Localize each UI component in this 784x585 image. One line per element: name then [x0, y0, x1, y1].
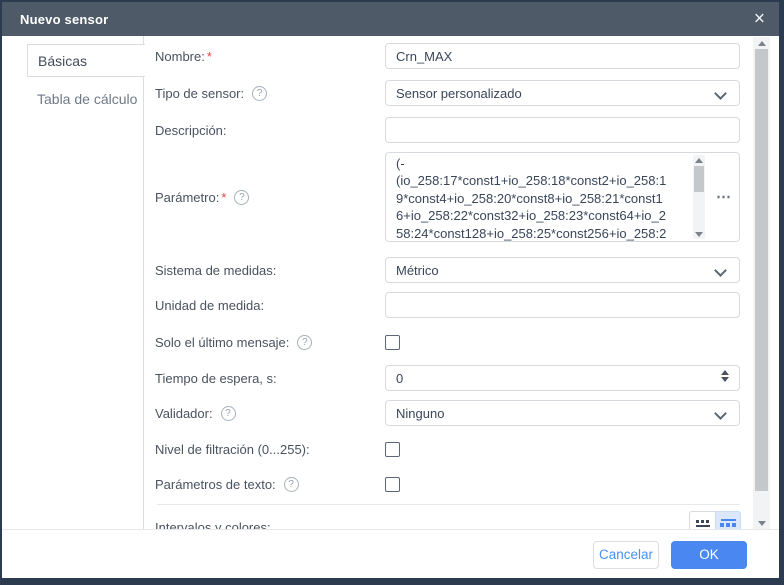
- parametros-de-texto-label: Parámetros de texto: ?: [155, 477, 385, 492]
- tab-tabla-de-calculo[interactable]: Tabla de cálculo: [27, 82, 144, 115]
- sistema-de-medidas-value: Métrico: [396, 263, 439, 278]
- solo-ultimo-mensaje-label: Solo el último mensaje: ?: [155, 335, 385, 350]
- intervals-list-view-button[interactable]: [689, 511, 715, 530]
- required-asterisk: *: [221, 190, 226, 205]
- intervals-view-toggle: [689, 511, 741, 530]
- parametros-de-texto-checkbox[interactable]: [385, 477, 400, 492]
- validador-label: Validador: ?: [155, 406, 385, 421]
- row-unidad-de-medida: Unidad de medida:: [155, 292, 740, 318]
- tipo-de-sensor-value: Sensor personalizado: [396, 86, 522, 101]
- help-icon[interactable]: ?: [252, 86, 267, 101]
- help-icon[interactable]: ?: [284, 477, 299, 492]
- dialog-header: Nuevo sensor ×: [2, 2, 779, 36]
- help-icon[interactable]: ?: [297, 335, 312, 350]
- row-parametros-de-texto: Parámetros de texto: ?: [155, 476, 740, 492]
- row-intervalos-y-colores: Intervalos y colores:: [155, 512, 740, 530]
- tipo-de-sensor-select[interactable]: Sensor personalizado: [385, 80, 740, 106]
- row-sistema-de-medidas: Sistema de medidas: Métrico: [155, 257, 740, 283]
- row-tiempo-de-espera: Tiempo de espera, s:: [155, 365, 740, 391]
- help-icon[interactable]: ?: [221, 406, 236, 421]
- parametro-expand-button[interactable]: ⋯: [716, 190, 732, 205]
- cancel-button[interactable]: Cancelar: [593, 541, 659, 569]
- row-nivel-de-filtracion: Nivel de filtración (0...255):: [155, 441, 740, 457]
- help-icon[interactable]: ?: [234, 190, 249, 205]
- sistema-de-medidas-label: Sistema de medidas:: [155, 263, 385, 278]
- dialog-scrollbar-thumb[interactable]: [755, 49, 768, 491]
- nombre-label: Nombre:*: [155, 49, 385, 64]
- required-asterisk: *: [207, 49, 212, 64]
- parametro-scrollbar[interactable]: [693, 155, 705, 239]
- tiempo-de-espera-label: Tiempo de espera, s:: [155, 371, 385, 386]
- tipo-de-sensor-label: Tipo de sensor: ?: [155, 86, 385, 101]
- dialog-footer: Cancelar OK: [2, 531, 779, 578]
- tab-basicas-label: Básicas: [38, 53, 87, 69]
- tab-tabla-label: Tabla de cálculo: [37, 91, 137, 107]
- chevron-down-icon: [714, 264, 727, 277]
- form-scroll-area: Básicas Tabla de cálculo Nombre:* Tipo d…: [2, 36, 779, 530]
- descripcion-label: Descripción:: [155, 123, 385, 138]
- dialog-scrollbar[interactable]: [753, 37, 770, 529]
- number-stepper[interactable]: [721, 370, 729, 382]
- nombre-input[interactable]: [385, 43, 740, 69]
- ok-button[interactable]: OK: [671, 541, 747, 569]
- row-parametro: Parámetro:* ? (- (io_258:17*const1+io_25…: [155, 152, 740, 242]
- row-nombre: Nombre:*: [155, 43, 740, 69]
- nivel-de-filtracion-label: Nivel de filtración (0...255):: [155, 442, 385, 457]
- tiempo-de-espera-input[interactable]: [385, 365, 740, 391]
- list-view-icon: [696, 520, 710, 527]
- new-sensor-dialog: Nuevo sensor × Básicas Tabla de cálculo …: [0, 0, 784, 585]
- validador-select[interactable]: Ninguno: [385, 400, 740, 426]
- row-tipo-de-sensor: Tipo de sensor: ? Sensor personalizado: [155, 80, 740, 106]
- scroll-down-icon[interactable]: [753, 517, 770, 529]
- solo-ultimo-mensaje-checkbox[interactable]: [385, 335, 400, 350]
- chevron-down-icon: [714, 407, 727, 420]
- descripcion-input[interactable]: [385, 117, 740, 143]
- nivel-de-filtracion-checkbox[interactable]: [385, 442, 400, 457]
- row-validador: Validador: ? Ninguno: [155, 400, 740, 426]
- scroll-up-icon[interactable]: [753, 37, 770, 49]
- stepper-down-icon[interactable]: [721, 377, 729, 382]
- section-divider: [157, 504, 740, 505]
- scroll-down-icon[interactable]: [693, 229, 705, 239]
- unidad-de-medida-input[interactable]: [385, 292, 740, 318]
- row-solo-ultimo-mensaje: Solo el último mensaje: ?: [155, 334, 740, 350]
- intervalos-y-colores-label: Intervalos y colores:: [155, 520, 271, 531]
- scroll-up-icon[interactable]: [693, 155, 705, 165]
- unidad-de-medida-label: Unidad de medida:: [155, 298, 385, 313]
- parametro-widget: (- (io_258:17*const1+io_258:18*const2+io…: [385, 152, 740, 242]
- sistema-de-medidas-select[interactable]: Métrico: [385, 257, 740, 283]
- colors-view-icon: [720, 519, 736, 527]
- chevron-down-icon: [714, 87, 727, 100]
- dialog-body: Básicas Tabla de cálculo Nombre:* Tipo d…: [2, 36, 779, 578]
- validador-value: Ninguno: [396, 406, 444, 421]
- close-icon[interactable]: ×: [750, 8, 769, 31]
- parametro-scrollbar-thumb[interactable]: [694, 166, 704, 192]
- parametro-textarea[interactable]: (- (io_258:17*const1+io_258:18*const2+io…: [396, 155, 691, 241]
- parametro-label: Parámetro:* ?: [155, 190, 385, 205]
- stepper-up-icon[interactable]: [721, 370, 729, 375]
- intervals-colors-view-button[interactable]: [715, 511, 741, 530]
- dialog-title: Nuevo sensor: [20, 12, 108, 27]
- row-descripcion: Descripción:: [155, 117, 740, 143]
- tab-basicas[interactable]: Básicas: [27, 44, 145, 77]
